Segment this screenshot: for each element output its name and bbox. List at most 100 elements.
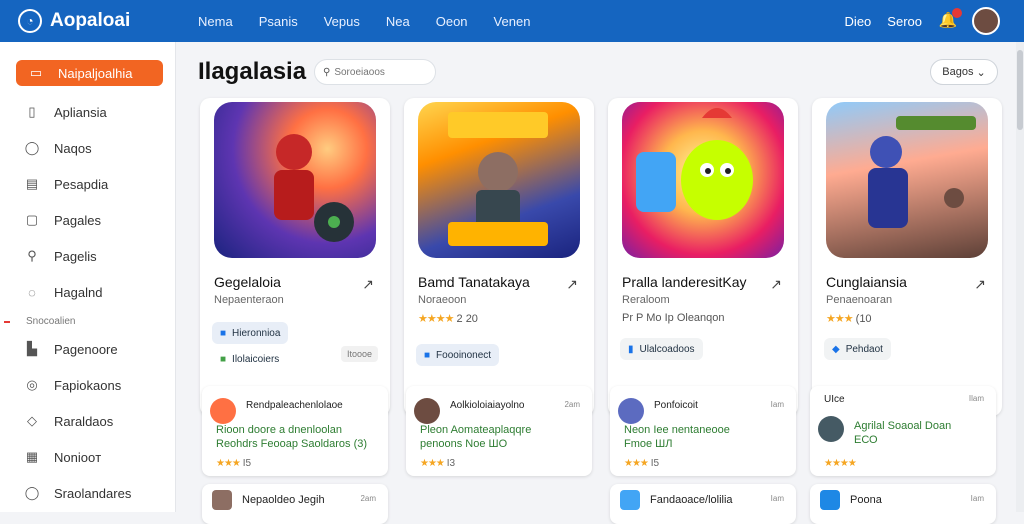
sidebar-item[interactable]: ◯ Naqos (12, 130, 163, 166)
scrollbar[interactable] (1016, 42, 1024, 512)
chip-icon: ■ (220, 353, 227, 365)
review-title: Aolkioloiaiayolno (450, 400, 525, 411)
review-card[interactable]: Fandaoace/lolilia Iam (610, 484, 796, 524)
app-card[interactable]: Bamd Tanatakaya ↗ Noraeoon ★★★★ 2 20 ■ Fo… (404, 98, 594, 416)
rating-count: I5 (650, 458, 660, 469)
app-developer: Penaenoaran (826, 294, 893, 306)
review-time: Ilam (968, 394, 984, 403)
review-time: Iam (770, 400, 784, 409)
sidebar-item[interactable]: ◌ Hagalnd (12, 274, 163, 310)
chat-icon: ◯ (24, 485, 40, 500)
app-rating: ★★★★ 2 20 (418, 312, 478, 325)
chip-icon: ◆ (832, 343, 840, 355)
sidebar-item[interactable]: ◎ Fapiokaons (12, 367, 163, 403)
topnav-item[interactable]: Oeon (436, 14, 468, 29)
review-card[interactable]: UIce Ilam Agrilal Soaoal Doan ЕСО ★★★★ (810, 386, 996, 476)
review-card[interactable]: Ponfoicoit Iam Neon Iee nentaneooe Fmoe … (610, 386, 796, 476)
review-title: Poona (850, 494, 882, 506)
sidebar-item[interactable]: ▤ Pesapdia (12, 166, 163, 202)
review-title: UIce (824, 394, 845, 405)
category-chip[interactable]: ◆ Pehdaot (824, 338, 891, 360)
review-time: Iam (770, 494, 784, 503)
star-rating: ★★★ (624, 458, 649, 469)
sidebar-item[interactable]: ▙ Pagenoore (12, 331, 163, 367)
sidebar-item-label: Pagales (54, 212, 101, 228)
app-name: Aopaloai (50, 10, 131, 31)
review-text: penoons Noe ШО (420, 438, 508, 450)
topnav-item[interactable]: Nea (386, 14, 410, 29)
sort-dropdown[interactable]: Bagos ⌄ (930, 59, 998, 85)
topnav-item[interactable]: Vepus (324, 14, 360, 29)
chevron-down-icon: ⌄ (976, 66, 986, 79)
review-time: 2am (564, 400, 580, 409)
top-right: Dieo Seroo 🔔 (845, 7, 1000, 35)
review-card[interactable]: Rendpaleachenlolaoe Rioon doore a dnenlo… (202, 386, 388, 476)
avatar[interactable] (972, 7, 1000, 35)
sidebar-item-label: Pagelis (54, 248, 97, 264)
chip-icon: ■ (220, 327, 227, 339)
app-art-soldier (826, 102, 988, 258)
category-chip[interactable]: ▮ Ulalcoadoos (620, 338, 703, 360)
notification-icon[interactable]: 🔔 (938, 8, 962, 31)
review-card[interactable]: Aolkioloiaiayolno 2am Pleon Aomateaplaqq… (406, 386, 592, 476)
review-card[interactable]: Nepaoldeo Jegih 2am (202, 484, 388, 524)
review-rating: ★★★ I3 (420, 458, 455, 469)
topright-link[interactable]: Dieo (845, 14, 872, 29)
review-title: Fandaoace/lolilia (650, 494, 733, 506)
sidebar-item[interactable]: ▯ Apliansia (12, 94, 163, 130)
star-rating: ★★★★ (418, 313, 454, 325)
app-name: Gegelaloia (214, 274, 281, 290)
category-chip[interactable]: ■ Foooinonect (416, 344, 500, 366)
app-icon: ▯ (28, 104, 36, 119)
topnav-item[interactable]: Venen (494, 14, 531, 29)
size-badge: Itoooe (340, 346, 378, 362)
sidebar-item[interactable]: ◯ Sraolandares (12, 475, 163, 511)
search-box[interactable]: ⚲ (314, 59, 436, 85)
app-art-hero (214, 102, 376, 258)
sidebar-item[interactable]: ⚲ Pagelis (12, 238, 163, 274)
sidebar-item-label: Fapiokaons (54, 377, 122, 393)
review-title: Ponfoicoit (654, 400, 698, 411)
category-chip[interactable]: ■ Ilolaicoiers (212, 348, 288, 370)
topright-link[interactable]: Seroo (887, 14, 922, 29)
review-title: Nepaoldeo Jegih (242, 494, 325, 506)
rating-count: (10 (855, 313, 872, 325)
review-avatar (620, 490, 640, 510)
topnav-item[interactable]: Nema (198, 14, 233, 29)
share-icon[interactable]: ↗ (566, 276, 578, 293)
sidebar-item-label: Pesapdia (54, 176, 109, 192)
topnav-item[interactable]: Psanis (259, 14, 298, 29)
review-rating: ★★★ I5 (624, 458, 659, 469)
logo-icon: ◔ (18, 9, 42, 33)
review-card[interactable]: Poona Iam (810, 484, 996, 524)
share-icon[interactable]: ↗ (362, 276, 374, 293)
app-logo[interactable]: ◔ Aopaloai (18, 9, 178, 33)
review-text: Pleon Aomateaplaqqre (420, 424, 532, 436)
search-input[interactable] (334, 66, 423, 78)
main-content: Ilagalasia ⚲ Bagos ⌄ Gegelaloia ↗ Nepaen… (176, 42, 1024, 524)
sidebar-item-active[interactable]: ▭ Naipaljoalhia (16, 60, 163, 86)
chick-figure-icon (636, 108, 753, 220)
app-card[interactable]: Cunglaiansia ↗ Penaenoaran ★★★ (10 ◆ Pehd… (812, 98, 1002, 416)
app-art-chick (622, 102, 784, 258)
grid-icon: ▦ (25, 449, 39, 464)
sidebar-item[interactable]: ▢ Pagales (12, 202, 163, 238)
share-icon[interactable]: ↗ (974, 276, 986, 293)
document-icon: ▤ (25, 176, 39, 191)
app-card[interactable]: Pralla landeresitKay ↗ Reraloom Pr P Mo … (608, 98, 798, 416)
bookmark-icon: ◌ (28, 284, 36, 300)
sidebar-item-label: Apliansia (54, 104, 107, 120)
scrollbar-thumb[interactable] (1017, 50, 1023, 130)
bar-chart-icon: ▙ (27, 341, 37, 356)
app-card[interactable]: Gegelaloia ↗ Nepaenteraon ■ Hieronnioa ■ I… (200, 98, 390, 416)
chat-icon: ◯ (24, 140, 40, 155)
chip-label: Ilolaicoiers (232, 353, 280, 365)
app-name: Bamd Tanatakaya (418, 274, 530, 290)
share-icon[interactable]: ↗ (770, 276, 782, 293)
category-chip[interactable]: ■ Hieronnioa (212, 322, 289, 344)
hero-figure-icon (274, 134, 354, 242)
star-rating: ★★★★ (824, 458, 857, 469)
app-rating: Pr P Mo Ip Oleanqon (622, 312, 725, 324)
sidebar-item[interactable]: ◇ Raraldaos (12, 403, 163, 439)
sidebar-item[interactable]: ▦ Noniooт (12, 439, 163, 475)
